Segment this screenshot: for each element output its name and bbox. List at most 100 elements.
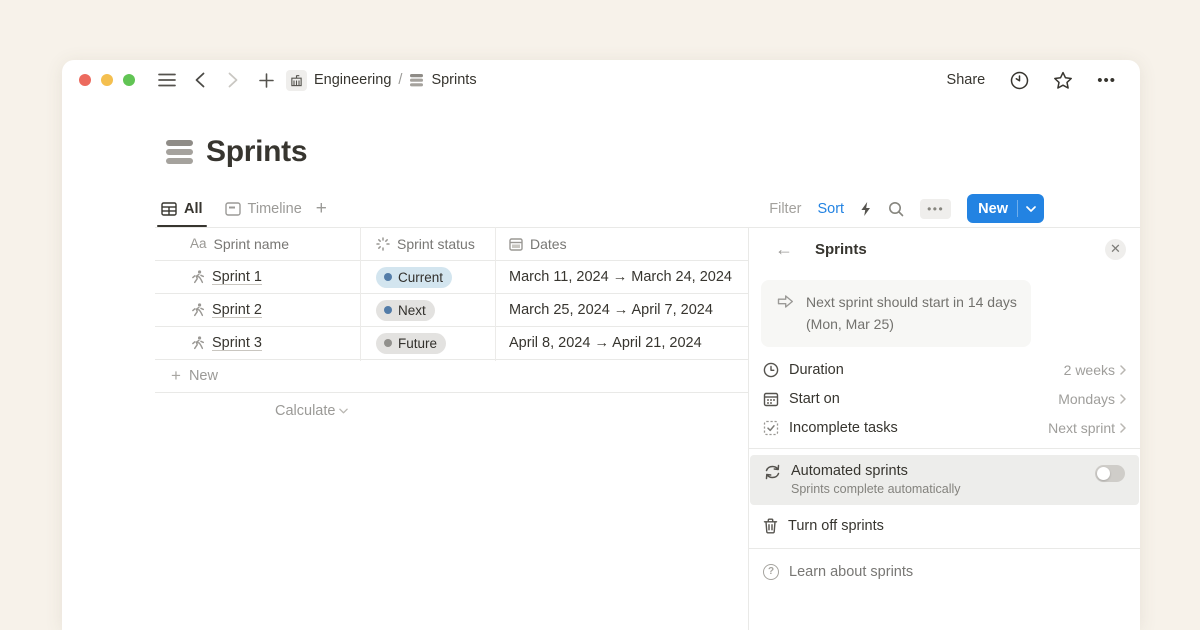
learn-about-sprints-label: Learn about sprints [789,564,913,580]
calculate-label: Calculate [275,403,335,419]
tab-all[interactable]: All [155,191,209,226]
sprints-table: Aa Sprint name Sprint status Dates [155,227,748,429]
trash-icon [763,518,778,534]
titlebar: Engineering / Sprints Share ••• [62,60,1140,100]
setting-start-on[interactable]: Start on Mondays [749,384,1140,413]
divider [749,448,1140,449]
close-icon[interactable]: ✕ [1105,239,1126,260]
search-icon[interactable] [888,201,904,217]
breadcrumb-separator: / [398,72,402,88]
date-range: March 25, 2024 → April 7, 2024 [509,302,713,318]
runner-icon [190,269,205,285]
column-label: Dates [530,236,567,252]
breadcrumb-page[interactable]: Sprints [409,68,476,92]
chevron-right-icon [1120,394,1126,404]
column-header-sprint-status[interactable]: Sprint status [360,227,495,260]
new-dropdown-chevron-icon[interactable] [1018,206,1044,212]
automated-sprints-row[interactable]: Automated sprints Sprints complete autom… [750,455,1139,505]
column-header-sprint-name[interactable]: Aa Sprint name [155,227,360,260]
favorite-star-icon[interactable] [1053,68,1073,92]
sprint-name-cell[interactable]: Sprint 1 [155,261,360,293]
setting-label: Start on [789,391,840,407]
clock-icon [763,362,779,378]
column-header-dates[interactable]: Dates [495,227,748,260]
setting-value: Mondays [1058,391,1115,407]
tab-timeline[interactable]: Timeline [219,191,308,226]
sprint-status-cell[interactable]: Current [360,261,495,293]
turn-off-sprints-label: Turn off sprints [788,518,884,534]
new-row-label: New [189,368,218,384]
plus-icon: + [171,366,181,386]
automations-bolt-icon[interactable] [860,201,872,217]
new-tab-button[interactable] [256,68,276,92]
sidebar-menu-icon[interactable] [157,68,177,92]
new-row-button[interactable]: + New [155,360,748,393]
dates-cell[interactable]: April 8, 2024 → April 21, 2024 [495,327,748,359]
status-dot [384,273,392,281]
setting-label: Incomplete tasks [789,420,898,436]
zoom-window-button[interactable] [123,74,135,86]
divider [749,548,1140,549]
panel-title: Sprints [815,241,867,258]
minimize-window-button[interactable] [101,74,113,86]
automated-sprints-title: Automated sprints [791,463,961,479]
setting-value: Next sprint [1048,420,1115,436]
new-button[interactable]: New [967,194,1044,223]
dates-cell[interactable]: March 25, 2024 → April 7, 2024 [495,294,748,326]
filter-button[interactable]: Filter [769,201,801,217]
new-button-label[interactable]: New [967,201,1017,217]
app-window: Engineering / Sprints Share ••• Sprints [62,60,1140,630]
sort-button[interactable]: Sort [817,201,844,217]
history-clock-icon[interactable] [1009,68,1029,92]
sprint-name[interactable]: Sprint 2 [212,302,262,318]
text-property-icon: Aa [190,236,207,251]
date-range: March 11, 2024 → March 24, 2024 [509,269,732,285]
forward-button[interactable] [223,68,243,92]
sprint-name[interactable]: Sprint 3 [212,335,262,351]
view-toolbar: Filter Sort ••• New [769,194,1044,223]
dates-cell[interactable]: March 11, 2024 → March 24, 2024 [495,261,748,293]
status-badge: Current [376,267,452,288]
automated-sprints-text: Automated sprints Sprints complete autom… [791,463,961,496]
calendar-property-icon [509,237,523,251]
table-row: Sprint 1 Current March 11, 2024 → March … [155,261,748,294]
back-arrow-icon[interactable]: ← [775,240,793,258]
close-window-button[interactable] [79,74,91,86]
table-view-icon [161,202,177,216]
sprint-status-cell[interactable]: Future [360,327,495,359]
status-label: Next [398,303,426,318]
workspace-building-icon [286,70,307,91]
view-options-icon[interactable]: ••• [920,199,951,219]
page-database-icon[interactable] [166,140,193,164]
breadcrumb-workspace-label[interactable]: Engineering [314,72,391,88]
sprint-name-cell[interactable]: Sprint 3 [155,327,360,359]
turn-off-sprints-button[interactable]: Turn off sprints [749,509,1140,542]
add-view-icon[interactable]: + [308,198,335,220]
checkbox-icon [763,420,779,436]
back-button[interactable] [190,68,210,92]
panel-settings: Duration 2 weeks Start on Mondays [749,355,1140,442]
status-label: Current [398,270,443,285]
status-dot [384,306,392,314]
automated-sprints-toggle[interactable] [1095,465,1125,482]
calendar-icon [763,391,779,407]
sprint-name-cell[interactable]: Sprint 2 [155,294,360,326]
learn-about-sprints-link[interactable]: ? Learn about sprints [749,555,1140,588]
status-label: Future [398,336,437,351]
runner-icon [190,302,205,318]
table-footer: Calculate [155,393,748,429]
more-options-icon[interactable]: ••• [1097,72,1116,89]
share-button[interactable]: Share [947,72,986,88]
calculate-button[interactable]: Calculate [275,403,348,419]
setting-duration[interactable]: Duration 2 weeks [749,355,1140,384]
status-property-icon [376,237,390,251]
sprint-status-cell[interactable]: Next [360,294,495,326]
setting-incomplete-tasks[interactable]: Incomplete tasks Next sprint [749,413,1140,442]
table-row: Sprint 3 Future April 8, 2024 → April 21… [155,327,748,360]
sprint-name[interactable]: Sprint 1 [212,269,262,285]
page-title[interactable]: Sprints [206,135,307,169]
breadcrumb-workspace[interactable] [286,68,307,92]
next-sprint-banner: Next sprint should start in 14 days (Mon… [761,280,1031,347]
tab-timeline-label: Timeline [248,201,302,217]
column-divider [360,227,361,361]
